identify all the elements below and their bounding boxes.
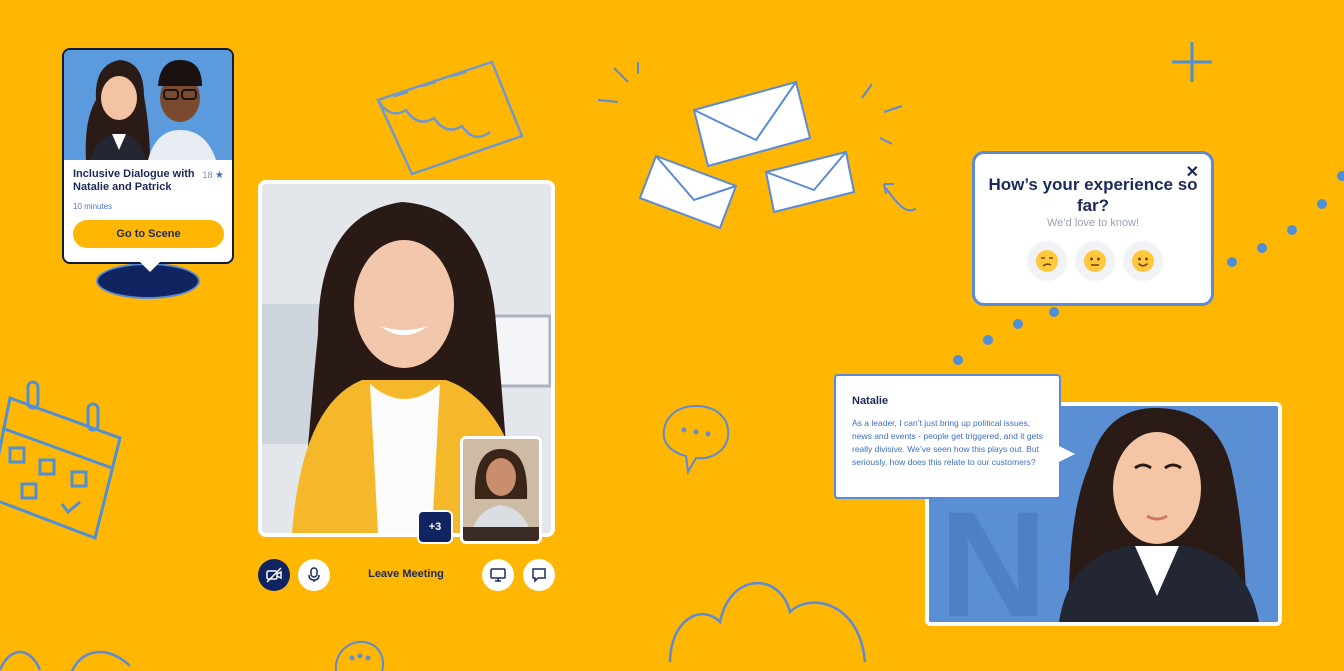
small-bubble-doodle-icon [330, 636, 390, 671]
scene-card[interactable]: Inclusive Dialogue with Natalie and Patr… [62, 48, 234, 272]
storefront-doodle-icon [372, 56, 532, 186]
scene-title: Inclusive Dialogue with Natalie and Patr… [73, 168, 195, 193]
scene-characters-image [64, 50, 232, 160]
scene-card-pointer [140, 262, 160, 272]
more-participants-badge[interactable]: +3 [417, 510, 453, 544]
rating-count: 18 [202, 170, 213, 180]
corner-doodle-icon [0, 636, 140, 671]
microphone-button[interactable] [298, 559, 330, 591]
speech-bubble-doodle-icon [656, 400, 736, 480]
participant-thumbnail[interactable] [460, 436, 542, 544]
calendar-doodle-icon [0, 378, 140, 548]
feedback-subtitle: We’d love to know! [1046, 217, 1140, 229]
feedback-card: ✕ How’s your experience so far? We’d lov… [972, 151, 1214, 306]
bubble-tail [1059, 446, 1075, 462]
plus-doodle-icon [1170, 40, 1214, 84]
smiling-face-icon[interactable] [1123, 241, 1163, 281]
go-to-scene-button[interactable]: Go to Scene [73, 220, 224, 248]
chat-speaker-name: Natalie [852, 395, 889, 407]
neutral-face-icon[interactable] [1075, 241, 1115, 281]
chat-message-text: As a leader, I can’t just bring up polit… [852, 418, 1043, 467]
star-icon: ★ [215, 170, 224, 181]
chat-icon [532, 568, 546, 583]
screen-share-button[interactable] [482, 559, 514, 591]
microphone-icon [308, 567, 320, 582]
scene-rating: 18 ★ [203, 170, 225, 181]
chat-button[interactable] [523, 559, 555, 591]
unamused-face-icon[interactable] [1027, 241, 1067, 281]
envelopes-doodle-icon [596, 60, 916, 240]
feedback-title: How’s your experience so far? [988, 175, 1198, 215]
chat-message-bubble: Natalie As a leader, I can’t just bring … [834, 374, 1075, 499]
cloud-doodle-icon [660, 552, 880, 671]
svg-text:N: N [939, 480, 1047, 622]
camera-off-button[interactable] [258, 559, 290, 591]
leave-meeting-button[interactable]: Leave Meeting [350, 568, 462, 580]
screen-share-icon [490, 568, 506, 582]
feedback-options [1027, 241, 1163, 281]
scene-duration: 10 minutes [73, 202, 113, 211]
camera-off-icon [266, 567, 282, 583]
